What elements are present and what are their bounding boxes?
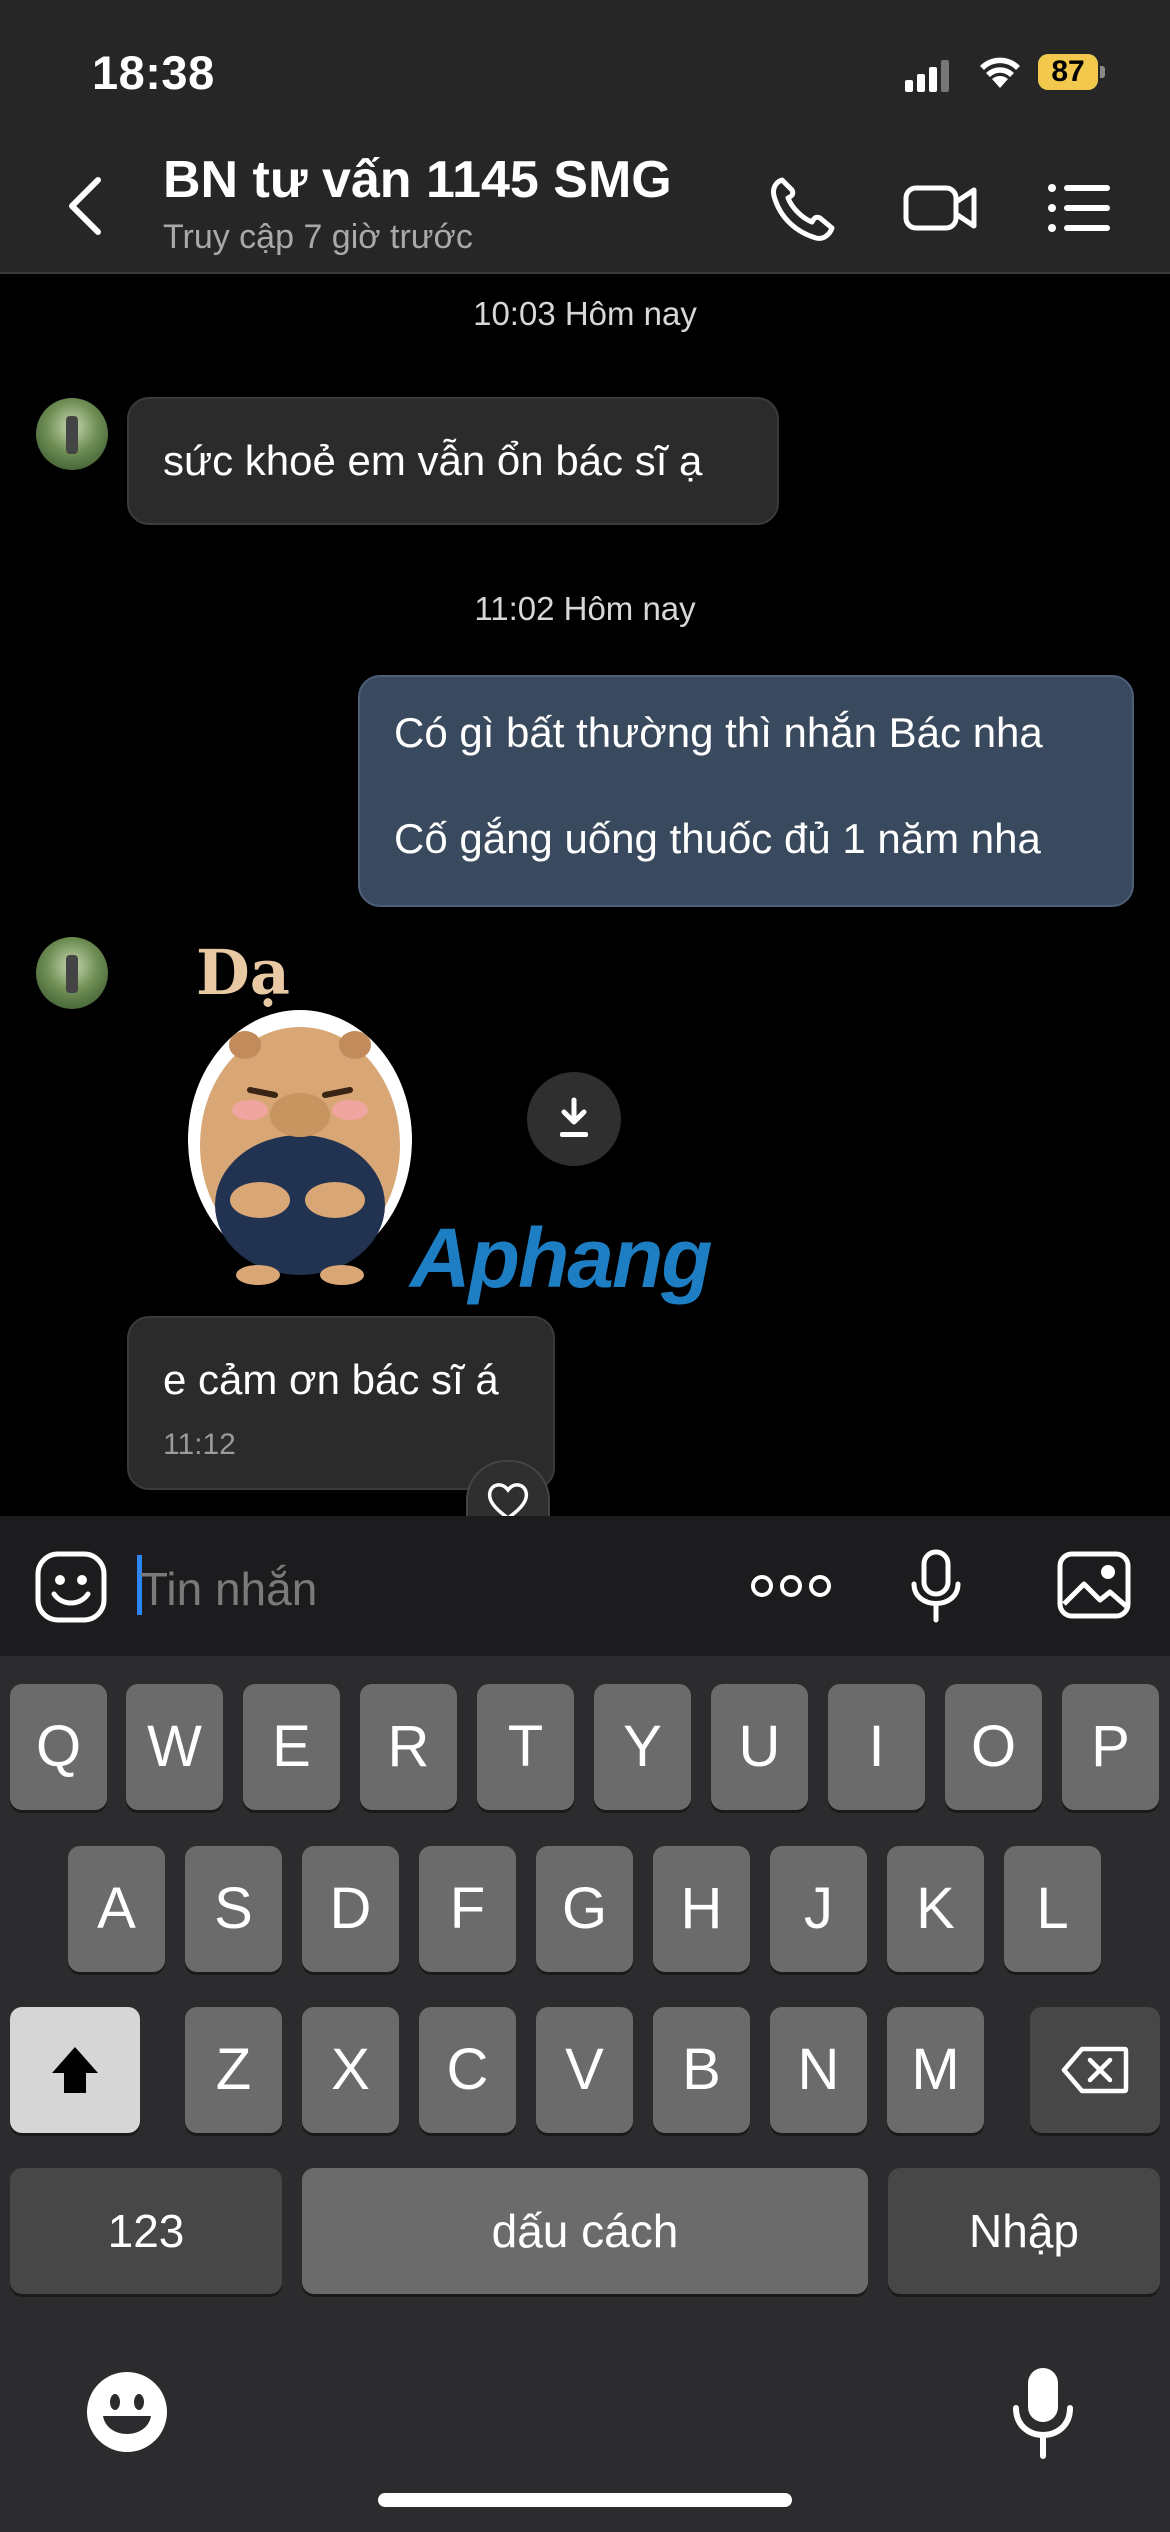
space-key[interactable]: dấu cách (302, 2168, 868, 2294)
message-text: Có gì bất thường thì nhắn Bác nha (394, 709, 1043, 756)
key-y[interactable]: Y (594, 1684, 691, 1810)
timestamp-divider: 11:02 Hôm nay (474, 590, 696, 627)
key-w[interactable]: W (126, 1684, 223, 1810)
key-z[interactable]: Z (185, 2007, 282, 2133)
message-time: 11:12 (163, 1428, 236, 1461)
key-g[interactable]: G (536, 1846, 633, 1972)
timestamp-divider: 10:03 Hôm nay (473, 295, 697, 332)
numbers-key[interactable]: 123 (10, 2168, 282, 2294)
key-v[interactable]: V (536, 2007, 633, 2133)
emoji-keyboard-icon[interactable] (85, 2370, 169, 2454)
sticker-emoji-icon[interactable] (34, 1550, 108, 1624)
key-b[interactable]: B (653, 2007, 750, 2133)
return-key[interactable]: Nhập (888, 2168, 1160, 2294)
key-l[interactable]: L (1004, 1846, 1101, 1972)
backspace-key[interactable] (1030, 2007, 1160, 2133)
message-text: sức khoẻ em vẫn ổn bác sĩ ạ (163, 437, 703, 484)
battery-cap (1100, 66, 1105, 78)
key-e[interactable]: E (243, 1684, 340, 1810)
key-a[interactable]: A (68, 1846, 165, 1972)
microphone-icon[interactable] (906, 1548, 966, 1624)
key-k[interactable]: K (887, 1846, 984, 1972)
key-r[interactable]: R (360, 1684, 457, 1810)
outgoing-message[interactable]: Có gì bất thường thì nhắn Bác nha Cố gắn… (358, 675, 1134, 907)
conversation-title[interactable]: BN tư vấn 1145 SMG (163, 150, 672, 210)
key-u[interactable]: U (711, 1684, 808, 1810)
menu-list-icon[interactable] (1040, 168, 1120, 248)
last-seen-status: Truy cập 7 giờ trước (163, 218, 473, 256)
download-button[interactable] (527, 1072, 621, 1166)
key-q[interactable]: Q (10, 1684, 107, 1810)
key-d[interactable]: D (302, 1846, 399, 1972)
key-s[interactable]: S (185, 1846, 282, 1972)
home-indicator[interactable] (378, 2493, 792, 2507)
image-gallery-icon[interactable] (1056, 1550, 1132, 1620)
capybara-sticker[interactable] (150, 930, 450, 1300)
phone-icon[interactable] (762, 168, 842, 248)
message-input[interactable]: Tin nhắn (140, 1562, 317, 1616)
contact-avatar[interactable] (36, 937, 108, 1009)
key-i[interactable]: I (828, 1684, 925, 1810)
key-f[interactable]: F (419, 1846, 516, 1972)
more-options-icon[interactable] (748, 1566, 834, 1606)
shift-arrow-icon (52, 2047, 98, 2093)
incoming-message[interactable]: sức khoẻ em vẫn ổn bác sĩ ạ (127, 397, 779, 525)
backspace-icon (1061, 2046, 1129, 2094)
key-o[interactable]: O (945, 1684, 1042, 1810)
sticker-watermark: Aphang (410, 1211, 713, 1305)
message-text: Cố gắng uống thuốc đủ 1 năm nha (394, 815, 1041, 862)
key-t[interactable]: T (477, 1684, 574, 1810)
contact-avatar[interactable] (36, 398, 108, 470)
back-chevron-icon[interactable] (60, 170, 110, 242)
battery-level: 87 (1038, 54, 1098, 90)
video-call-icon[interactable] (900, 168, 980, 248)
key-h[interactable]: H (653, 1846, 750, 1972)
dictation-microphone-icon[interactable] (1008, 2364, 1078, 2460)
shift-key[interactable] (10, 2007, 140, 2133)
key-m[interactable]: M (887, 2007, 984, 2133)
key-x[interactable]: X (302, 2007, 399, 2133)
key-p[interactable]: P (1062, 1684, 1159, 1810)
status-time: 18:38 (92, 46, 215, 99)
cellular-signal-icon (905, 58, 951, 92)
sticker-caption: Dạ (196, 936, 290, 1009)
key-n[interactable]: N (770, 2007, 867, 2133)
message-text: e cảm ơn bác sĩ á (163, 1356, 499, 1403)
key-j[interactable]: J (770, 1846, 867, 1972)
wifi-icon (980, 57, 1020, 88)
download-icon (560, 1097, 588, 1137)
key-c[interactable]: C (419, 2007, 516, 2133)
heart-icon (487, 1483, 529, 1520)
